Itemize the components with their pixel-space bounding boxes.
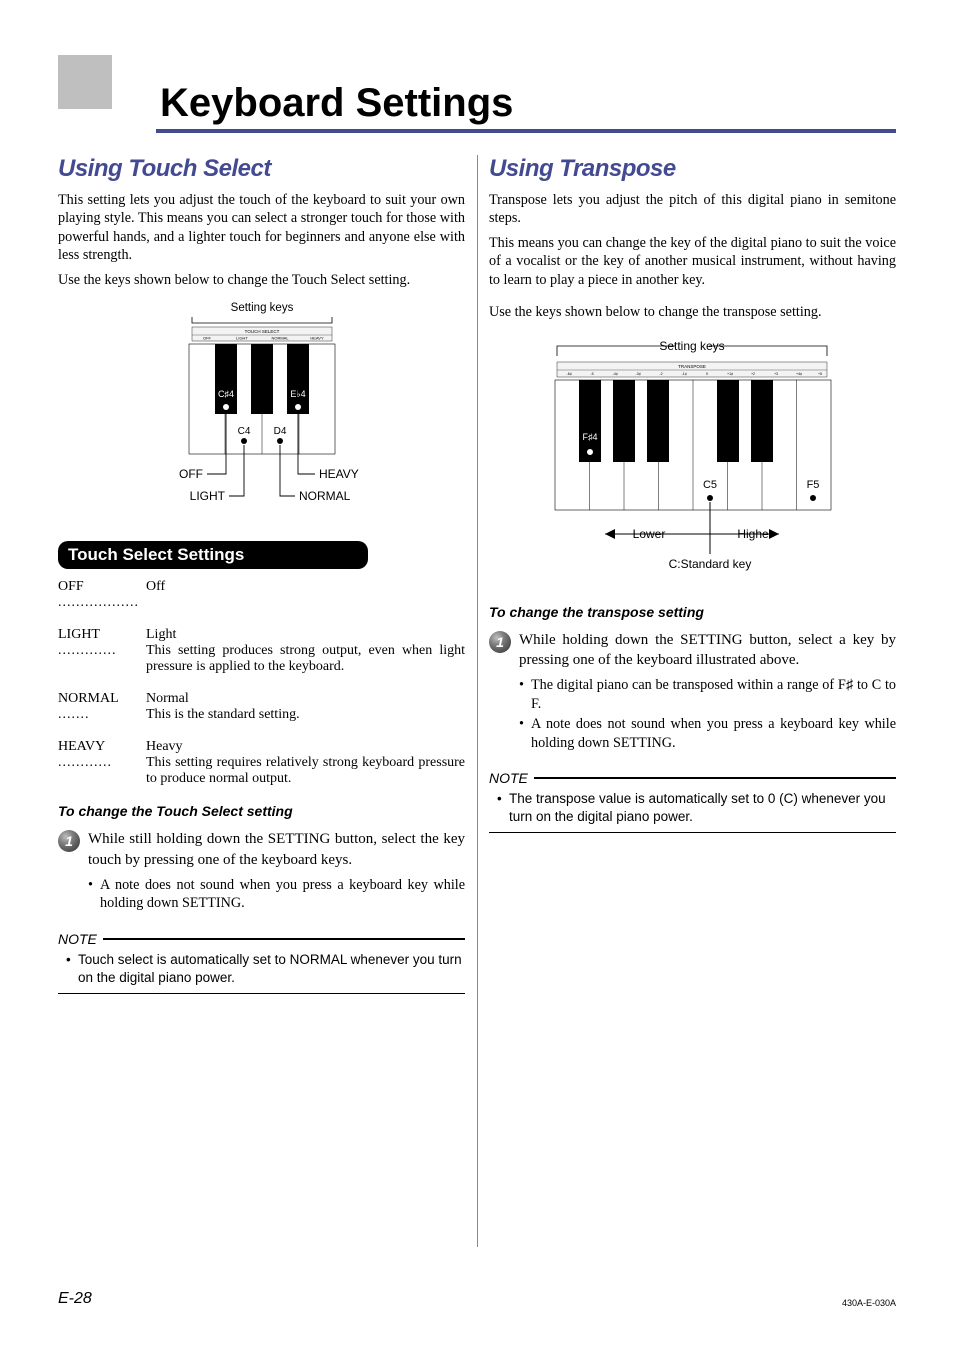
svg-text:C4: C4 — [237, 426, 250, 437]
transpose-step-bullets: The digital piano can be transposed with… — [489, 676, 896, 752]
list-item: A note does not sound when you press a k… — [88, 876, 465, 913]
setting-light: LIGHT ............. LightThis setting pr… — [58, 627, 465, 675]
section-title-transpose: Using Transpose — [489, 155, 896, 183]
svg-text:+2: +2 — [751, 372, 755, 376]
svg-text:F5: F5 — [807, 479, 820, 491]
svg-text:-1♯: -1♯ — [682, 372, 687, 376]
note-rule-right — [489, 832, 896, 833]
chapter-rule — [156, 129, 896, 133]
transpose-sticker: TRANSPOSE -6♯ -5 -4♯ -3♯ -2 -1♯ 0 +1♯ +2… — [557, 362, 827, 377]
transpose-step-1: 1 While holding down the SETTING button,… — [489, 630, 896, 671]
svg-text:LIGHT: LIGHT — [236, 336, 248, 341]
column-divider — [477, 155, 478, 1247]
svg-text:C♯4: C♯4 — [218, 389, 234, 399]
note-rule-left — [58, 993, 465, 994]
svg-text:-5: -5 — [591, 372, 594, 376]
svg-text:C5: C5 — [703, 479, 717, 491]
touch-band-title: Touch Select Settings — [58, 541, 368, 569]
transpose-lower: Lower — [633, 527, 666, 541]
list-item: The transpose value is automatically set… — [497, 790, 896, 826]
note-label: NOTE — [58, 931, 97, 947]
doc-code: 430A-E-030A — [842, 1298, 896, 1308]
transpose-std: C:Standard key — [669, 557, 752, 571]
svg-text:NORMAL: NORMAL — [271, 336, 289, 341]
touch-leader-light: LIGHT — [189, 489, 225, 503]
list-item: The digital piano can be transposed with… — [519, 676, 896, 713]
chapter-decor-block — [58, 55, 112, 109]
touch-leader-heavy: HEAVY — [319, 467, 359, 481]
transpose-howto-title: To change the transpose setting — [489, 604, 896, 620]
svg-text:HEAVY: HEAVY — [310, 336, 324, 341]
list-item: A note does not sound when you press a k… — [519, 715, 896, 752]
touch-step-bullets: A note does not sound when you press a k… — [58, 876, 465, 913]
svg-text:-2: -2 — [660, 372, 663, 376]
svg-text:TRANSPOSE: TRANSPOSE — [679, 364, 707, 369]
step-badge-icon: 1 — [58, 830, 80, 852]
note-label: NOTE — [489, 770, 528, 786]
touch-step-1: 1 While still holding down the SETTING b… — [58, 829, 465, 870]
setting-off: OFF .................. Off — [58, 579, 465, 611]
transpose-diagram-caption: Setting keys — [660, 339, 725, 353]
svg-text:-4♯: -4♯ — [613, 372, 618, 376]
transpose-intro-3: Use the keys shown below to change the t… — [489, 303, 896, 321]
touch-leader-off: OFF — [179, 467, 203, 481]
setting-heavy: HEAVY ............ HeavyThis setting req… — [58, 739, 465, 787]
note-heading-left: NOTE — [58, 931, 465, 947]
touch-intro-1: This setting lets you adjust the touch o… — [58, 191, 465, 265]
touch-intro-2: Use the keys shown below to change the T… — [58, 271, 465, 289]
chapter-title: Keyboard Settings — [160, 83, 513, 123]
svg-text:F♯4: F♯4 — [583, 432, 598, 442]
svg-text:OFF: OFF — [203, 336, 212, 341]
svg-text:0: 0 — [706, 372, 708, 376]
svg-text:TOUCH SELECT: TOUCH SELECT — [244, 329, 279, 334]
svg-text:D4: D4 — [273, 426, 286, 437]
page-number: E-28 — [58, 1290, 92, 1308]
note-items-right: The transpose value is automatically set… — [489, 790, 896, 826]
chapter-header: Keyboard Settings — [58, 55, 896, 123]
list-item: Touch select is automatically set to NOR… — [66, 951, 465, 987]
setting-normal: NORMAL ....... NormalThis is the standar… — [58, 691, 465, 723]
transpose-higher: Higher — [738, 527, 773, 541]
touch-diagram-caption: Setting keys — [230, 302, 293, 314]
svg-text:E♭4: E♭4 — [290, 389, 305, 399]
touch-sticker: TOUCH SELECT OFF LIGHT NORMAL HEAVY — [192, 327, 332, 341]
transpose-keys: F♯4 C5 F5 — [555, 380, 831, 554]
step-badge-icon: 1 — [489, 631, 511, 653]
touch-keys: C♯4 E♭4 C4 D4 — [189, 344, 335, 496]
transpose-intro-1: Transpose lets you adjust the pitch of t… — [489, 191, 896, 228]
svg-text:+5: +5 — [818, 372, 822, 376]
svg-text:+1♯: +1♯ — [728, 372, 734, 376]
touch-leader-normal: NORMAL — [299, 489, 351, 503]
svg-text:+3: +3 — [774, 372, 778, 376]
svg-text:+4♯: +4♯ — [797, 372, 803, 376]
svg-text:-6♯: -6♯ — [567, 372, 572, 376]
transpose-diagram: Setting keys TRANSPOSE -6♯ -5 -4♯ -3♯ -2… — [489, 332, 896, 582]
note-items-left: Touch select is automatically set to NOR… — [58, 951, 465, 987]
transpose-intro-2: This means you can change the key of the… — [489, 234, 896, 289]
note-heading-right: NOTE — [489, 770, 896, 786]
svg-text:-3♯: -3♯ — [636, 372, 641, 376]
touch-howto-title: To change the Touch Select setting — [58, 803, 465, 819]
touch-diagram: Setting keys TOUCH SELECT OFF LIGHT NORM… — [58, 299, 465, 519]
section-title-touch: Using Touch Select — [58, 155, 465, 183]
